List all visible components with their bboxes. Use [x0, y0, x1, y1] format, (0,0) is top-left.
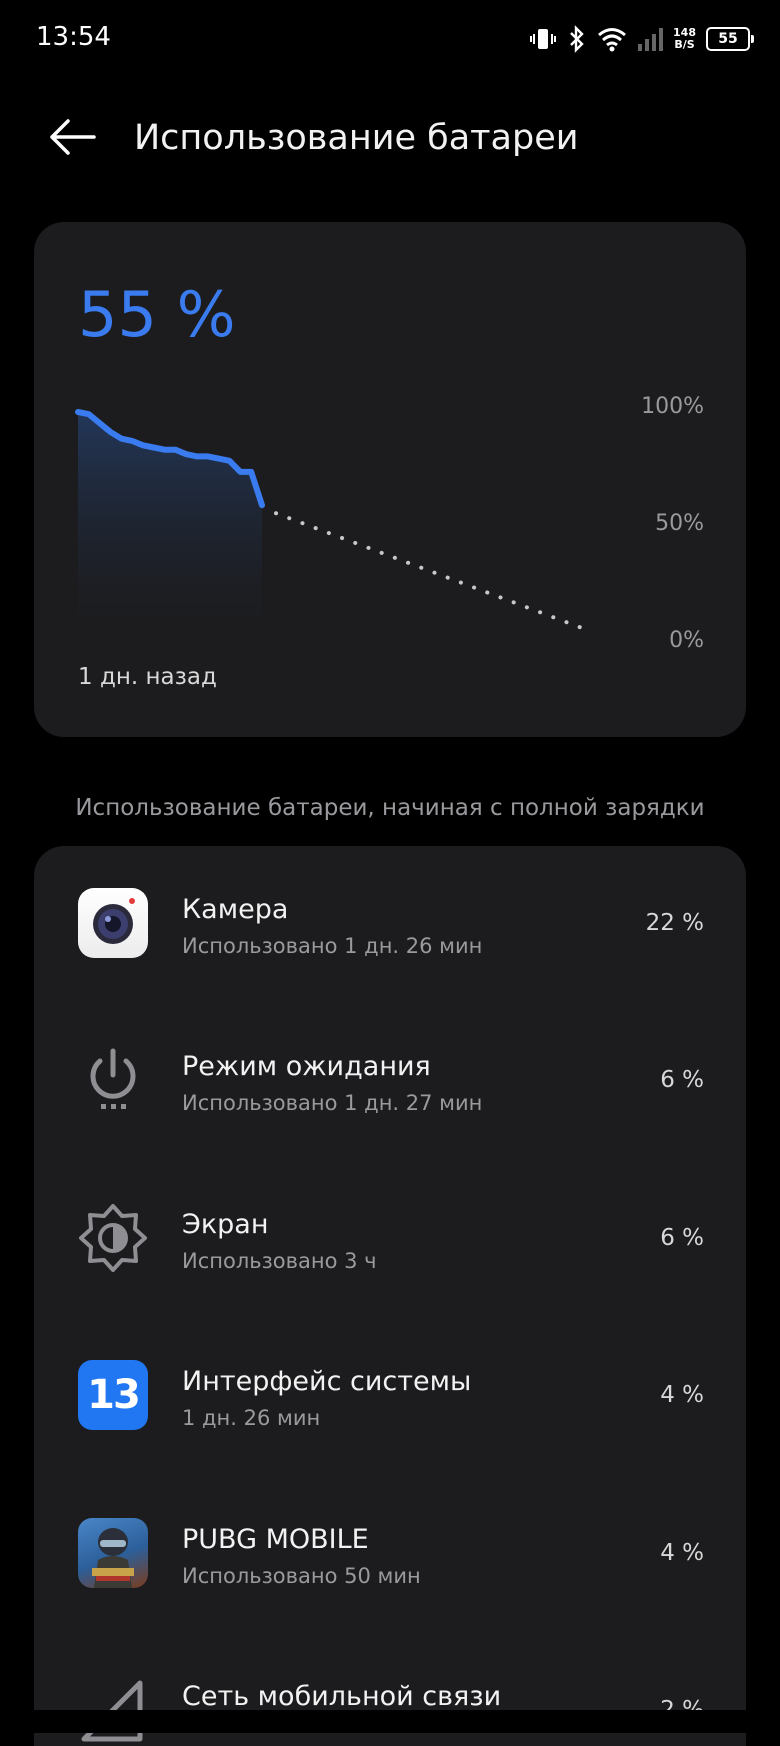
- list-item[interactable]: Камера Использовано 1 дн. 26 мин 22 %: [34, 846, 746, 986]
- list-item[interactable]: Экран Использовано 3 ч 6 %: [34, 1161, 746, 1301]
- arrow-left-icon: [48, 117, 96, 161]
- battery-level: 55: [718, 31, 738, 47]
- usage-list: Камера Использовано 1 дн. 26 мин 22 % Ре…: [34, 846, 746, 1746]
- wifi-icon: [597, 26, 627, 52]
- list-item[interactable]: Режим ожидания Использовано 1 дн. 27 мин…: [34, 1003, 746, 1143]
- chart-area-fill: [78, 412, 262, 634]
- item-title: Режим ожидания: [182, 1051, 431, 1082]
- battery-chart: [75, 409, 584, 634]
- bottom-edge: [0, 1710, 780, 1733]
- battery-icon: 55: [706, 27, 754, 51]
- status-icons: 148 B/S 55: [529, 22, 754, 56]
- item-percent: 4 %: [660, 1382, 704, 1408]
- status-bar: 13:54 148 B/S 55: [0, 0, 780, 80]
- projection-line: [274, 511, 584, 630]
- item-title: Камера: [182, 894, 289, 925]
- camera-app-icon: [78, 888, 148, 958]
- back-button[interactable]: [44, 114, 100, 164]
- list-item[interactable]: PUBG MOBILE Использовано 50 мин 4 %: [34, 1476, 746, 1616]
- item-percent: 6 %: [660, 1067, 704, 1093]
- item-subtitle: Использовано 50 мин: [182, 1564, 421, 1588]
- section-heading: Использование батареи, начиная с полной …: [75, 795, 705, 821]
- item-subtitle: Использовано 3 ч: [182, 1249, 377, 1273]
- item-percent: 6 %: [660, 1225, 704, 1251]
- page-title: Использование батареи: [134, 118, 579, 158]
- item-percent: 22 %: [645, 910, 704, 936]
- vibrate-icon: [529, 25, 557, 53]
- item-percent: 4 %: [660, 1540, 704, 1566]
- item-title: Сеть мобильной связи: [182, 1681, 502, 1712]
- pubg-app-icon: [78, 1518, 148, 1588]
- battery-chart-card[interactable]: 55 % 100% 50% 0% 1 дн. назад: [34, 222, 746, 737]
- screen-brightness-icon: [78, 1203, 148, 1273]
- status-time: 13:54: [36, 22, 111, 52]
- page-header: Использование батареи: [0, 100, 780, 180]
- power-standby-icon: [78, 1045, 148, 1115]
- bluetooth-icon: [567, 25, 587, 53]
- chart-time-label: 1 дн. назад: [78, 664, 217, 690]
- item-subtitle: Использовано 1 дн. 26 мин: [182, 934, 483, 958]
- item-title: Интерфейс системы: [182, 1366, 472, 1397]
- item-title: Экран: [182, 1209, 269, 1240]
- system-ui-icon: 13: [78, 1360, 148, 1430]
- y-tick-label: 50%: [655, 511, 704, 536]
- y-tick-label: 100%: [641, 394, 704, 419]
- list-item[interactable]: 13 Интерфейс системы 1 дн. 26 мин 4 %: [34, 1318, 746, 1458]
- signal-icon: [637, 26, 664, 52]
- y-tick-label: 0%: [669, 628, 704, 653]
- item-subtitle: 1 дн. 26 мин: [182, 1406, 321, 1430]
- item-title: PUBG MOBILE: [182, 1524, 369, 1555]
- item-subtitle: Использовано 1 дн. 27 мин: [182, 1091, 483, 1115]
- net-speed: 148 B/S: [673, 26, 696, 51]
